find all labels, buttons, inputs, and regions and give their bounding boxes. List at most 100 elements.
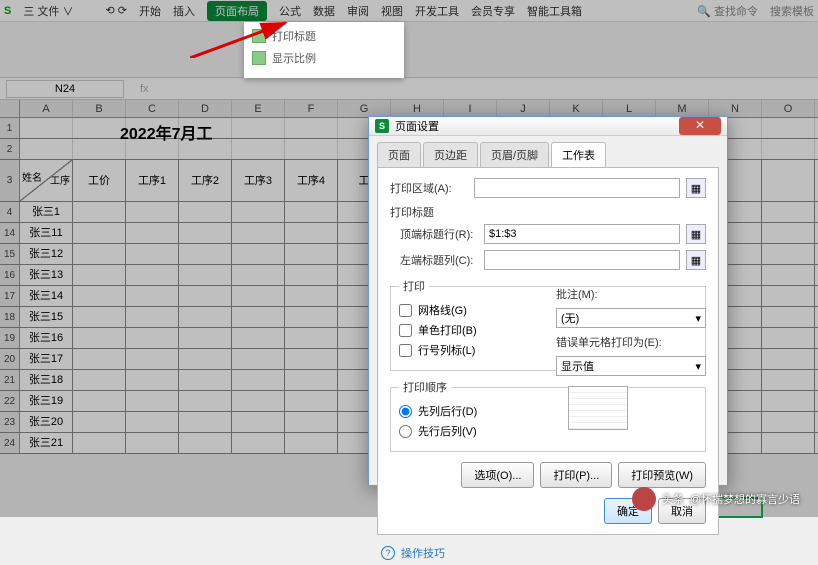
rowcol-checkbox[interactable] (399, 344, 412, 357)
top-row-picker[interactable]: ▦ (686, 224, 706, 244)
cell[interactable] (285, 118, 338, 138)
cell[interactable]: 张三19 (20, 391, 73, 411)
cell[interactable] (73, 286, 126, 306)
print-area-picker[interactable]: ▦ (686, 178, 706, 198)
cell[interactable] (126, 286, 179, 306)
cell[interactable] (762, 244, 815, 264)
cell[interactable] (73, 328, 126, 348)
cell[interactable] (126, 349, 179, 369)
cell[interactable] (232, 328, 285, 348)
cell[interactable] (285, 412, 338, 432)
cell[interactable] (126, 223, 179, 243)
cell[interactable]: 张三18 (20, 370, 73, 390)
col-K[interactable]: K (550, 100, 603, 117)
options-button[interactable]: 选项(O)... (461, 462, 534, 488)
cell[interactable]: 张三21 (20, 433, 73, 453)
cell[interactable]: 张三12 (20, 244, 73, 264)
row-header[interactable]: 24 (0, 433, 20, 453)
tab-review[interactable]: 审阅 (347, 3, 369, 19)
col-D[interactable]: D (179, 100, 232, 117)
cell[interactable] (232, 265, 285, 285)
help-icon[interactable]: ? (381, 546, 395, 560)
close-button[interactable]: ✕ (679, 117, 721, 135)
row-header[interactable]: 21 (0, 370, 20, 390)
top-row-input[interactable] (484, 224, 680, 244)
file-menu[interactable]: 三 文件 ∨ (23, 3, 73, 19)
name-box[interactable]: N24 (6, 80, 124, 98)
row-header[interactable]: 4 (0, 202, 20, 222)
cell[interactable] (232, 286, 285, 306)
row-header[interactable]: 17 (0, 286, 20, 306)
cell[interactable] (126, 307, 179, 327)
cell[interactable] (285, 265, 338, 285)
cell[interactable] (762, 307, 815, 327)
cell[interactable] (232, 391, 285, 411)
cell[interactable] (285, 223, 338, 243)
cell[interactable]: 张三15 (20, 307, 73, 327)
cell[interactable] (285, 328, 338, 348)
cell[interactable]: 工序姓名 (20, 160, 73, 201)
left-col-picker[interactable]: ▦ (686, 250, 706, 270)
cell[interactable]: 张三13 (20, 265, 73, 285)
cell[interactable] (762, 202, 815, 222)
row-header[interactable]: 1 (0, 118, 20, 138)
cell[interactable] (232, 139, 285, 159)
cell[interactable] (232, 433, 285, 453)
cell[interactable] (762, 139, 815, 159)
cell[interactable] (73, 391, 126, 411)
cell[interactable] (179, 433, 232, 453)
cell[interactable] (126, 244, 179, 264)
cell[interactable] (762, 118, 815, 138)
cell[interactable] (762, 160, 815, 201)
cell[interactable] (232, 202, 285, 222)
print-area-input[interactable] (474, 178, 680, 198)
cell[interactable] (73, 118, 126, 138)
cell[interactable] (20, 139, 73, 159)
tab-page-layout[interactable]: 页面布局 (207, 1, 267, 21)
cell[interactable]: 张三11 (20, 223, 73, 243)
cell[interactable] (73, 223, 126, 243)
cell[interactable]: 工序2 (179, 160, 232, 201)
cell[interactable]: 工价 (73, 160, 126, 201)
cell[interactable] (126, 433, 179, 453)
cell[interactable] (285, 307, 338, 327)
errors-select[interactable]: 显示值▾ (556, 356, 706, 376)
cell[interactable]: 工序3 (232, 160, 285, 201)
cell[interactable] (126, 202, 179, 222)
cell[interactable] (762, 412, 815, 432)
col-F[interactable]: F (285, 100, 338, 117)
cell[interactable] (126, 328, 179, 348)
col-H[interactable]: H (391, 100, 444, 117)
col-I[interactable]: I (444, 100, 497, 117)
col-C[interactable]: C (126, 100, 179, 117)
row-header[interactable]: 14 (0, 223, 20, 243)
bw-checkbox[interactable] (399, 324, 412, 337)
cell[interactable] (73, 349, 126, 369)
tab-dev[interactable]: 开发工具 (415, 3, 459, 19)
cell[interactable] (232, 370, 285, 390)
tab-sheet[interactable]: 工作表 (551, 142, 606, 167)
cell[interactable] (762, 286, 815, 306)
cell[interactable] (179, 391, 232, 411)
cell[interactable]: 张三14 (20, 286, 73, 306)
row-header[interactable]: 19 (0, 328, 20, 348)
ribbon-item-print-title[interactable]: 打印标题 (250, 26, 398, 46)
col-N[interactable]: N (709, 100, 762, 117)
cell[interactable] (179, 265, 232, 285)
col-E[interactable]: E (232, 100, 285, 117)
tab-ai[interactable]: 智能工具箱 (527, 3, 582, 19)
cell[interactable]: 工序1 (126, 160, 179, 201)
tab-insert[interactable]: 插入 (173, 3, 195, 19)
ribbon-item-zoom[interactable]: 显示比例 (250, 48, 398, 68)
cell[interactable] (73, 370, 126, 390)
tab-formula[interactable]: 公式 (279, 3, 301, 19)
col-J[interactable]: J (497, 100, 550, 117)
order-row-first-radio[interactable] (399, 425, 412, 438)
cell[interactable] (762, 328, 815, 348)
cell[interactable] (179, 202, 232, 222)
tab-headerfooter[interactable]: 页眉/页脚 (480, 142, 549, 167)
row-header[interactable]: 23 (0, 412, 20, 432)
cell[interactable] (126, 412, 179, 432)
comments-select[interactable]: (无)▾ (556, 308, 706, 328)
row-header[interactable]: 2 (0, 139, 20, 159)
